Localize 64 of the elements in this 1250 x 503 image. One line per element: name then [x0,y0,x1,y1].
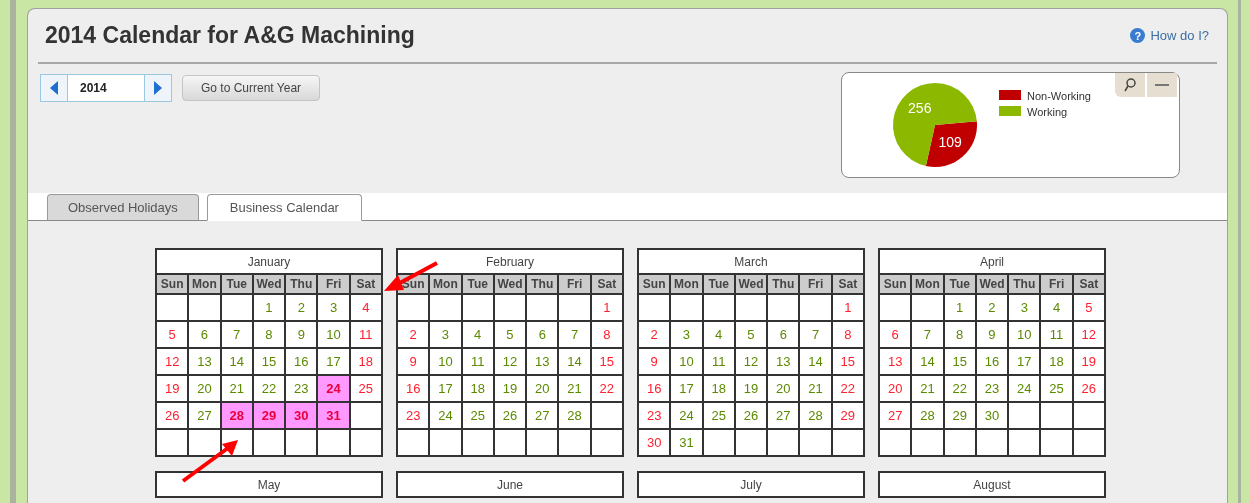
weekday-header: Sun [879,274,912,294]
minimize-button[interactable] [1147,73,1177,97]
tab[interactable]: Business Calendar [206,194,362,221]
help-icon: ? [1130,28,1146,43]
legend-swatch [999,106,1021,116]
weekday-header: Fri [799,274,832,294]
day-cell[interactable]: 12 [156,348,189,375]
day-cell[interactable]: 23 [638,402,671,429]
day-cell[interactable]: 16 [638,375,671,402]
legend-label: Non-Working [1027,90,1091,102]
weekday-header: Wed [975,274,1009,294]
weekday-header: Tue [461,274,494,294]
help-link[interactable]: ? How do I? [1130,28,1209,43]
weekday-header: Wed [734,274,768,294]
day-cell[interactable]: 9 [638,348,671,375]
day-cell[interactable]: 16 [397,375,430,402]
annotation-arrow [181,440,238,483]
weekday-header: Thu [526,274,559,294]
weekday-header: Thu [285,274,318,294]
weekday-header: Tue [943,274,976,294]
left-triangle-icon [50,81,58,95]
weekday-header: Mon [188,274,221,294]
weekday-header: Sun [638,274,671,294]
day-cell[interactable]: 27 [879,402,912,429]
day-cell[interactable]: 13 [879,348,912,375]
weekday-header: Fri [1040,274,1073,294]
weekday-header: Mon [911,274,944,294]
slice-label: 109 [938,134,962,151]
right-triangle-icon [154,81,162,95]
day-cell[interactable]: 20 [879,375,912,402]
weekday-header: Mon [670,274,703,294]
year-field[interactable]: 2014 [67,75,145,101]
day-cell[interactable]: 9 [397,348,430,375]
weekday-header: Sat [1072,274,1105,294]
search-icon [1124,78,1136,92]
current-year-button[interactable]: Go to Current Year [182,75,321,101]
slice-label: 256 [908,99,932,116]
weekday-header: Sat [349,274,382,294]
weekday-header: Fri [317,274,350,294]
day-cell[interactable]: 2 [397,321,430,348]
weekday-header: Sat [831,274,864,294]
weekday-header: Wed [252,274,286,294]
day-cell[interactable]: 2 [638,321,671,348]
weekday-header: Sat [590,274,623,294]
day-cell[interactable]: 26 [156,402,189,429]
weekday-header: Mon [429,274,462,294]
weekday-header: Wed [493,274,527,294]
day-cell[interactable]: 23 [397,402,430,429]
day-cell[interactable]: 19 [156,375,189,402]
day-cell[interactable]: 6 [879,321,912,348]
weekday-header: Tue [702,274,735,294]
day-cell[interactable]: 30 [638,429,671,456]
weekday-header: Tue [220,274,253,294]
tab[interactable]: Observed Holidays [47,194,199,221]
weekday-header: Thu [1008,274,1041,294]
weekday-header: Thu [767,274,800,294]
minimize-icon [1155,83,1169,87]
weekday-header: Fri [558,274,591,294]
page-title: 2014 Calendar for A&G Machining [45,22,415,49]
legend-label: Working [1027,106,1068,118]
day-cell[interactable]: 5 [156,321,189,348]
legend-swatch [999,90,1021,100]
zoom-button[interactable] [1115,73,1145,97]
weekday-header: Sun [156,274,189,294]
